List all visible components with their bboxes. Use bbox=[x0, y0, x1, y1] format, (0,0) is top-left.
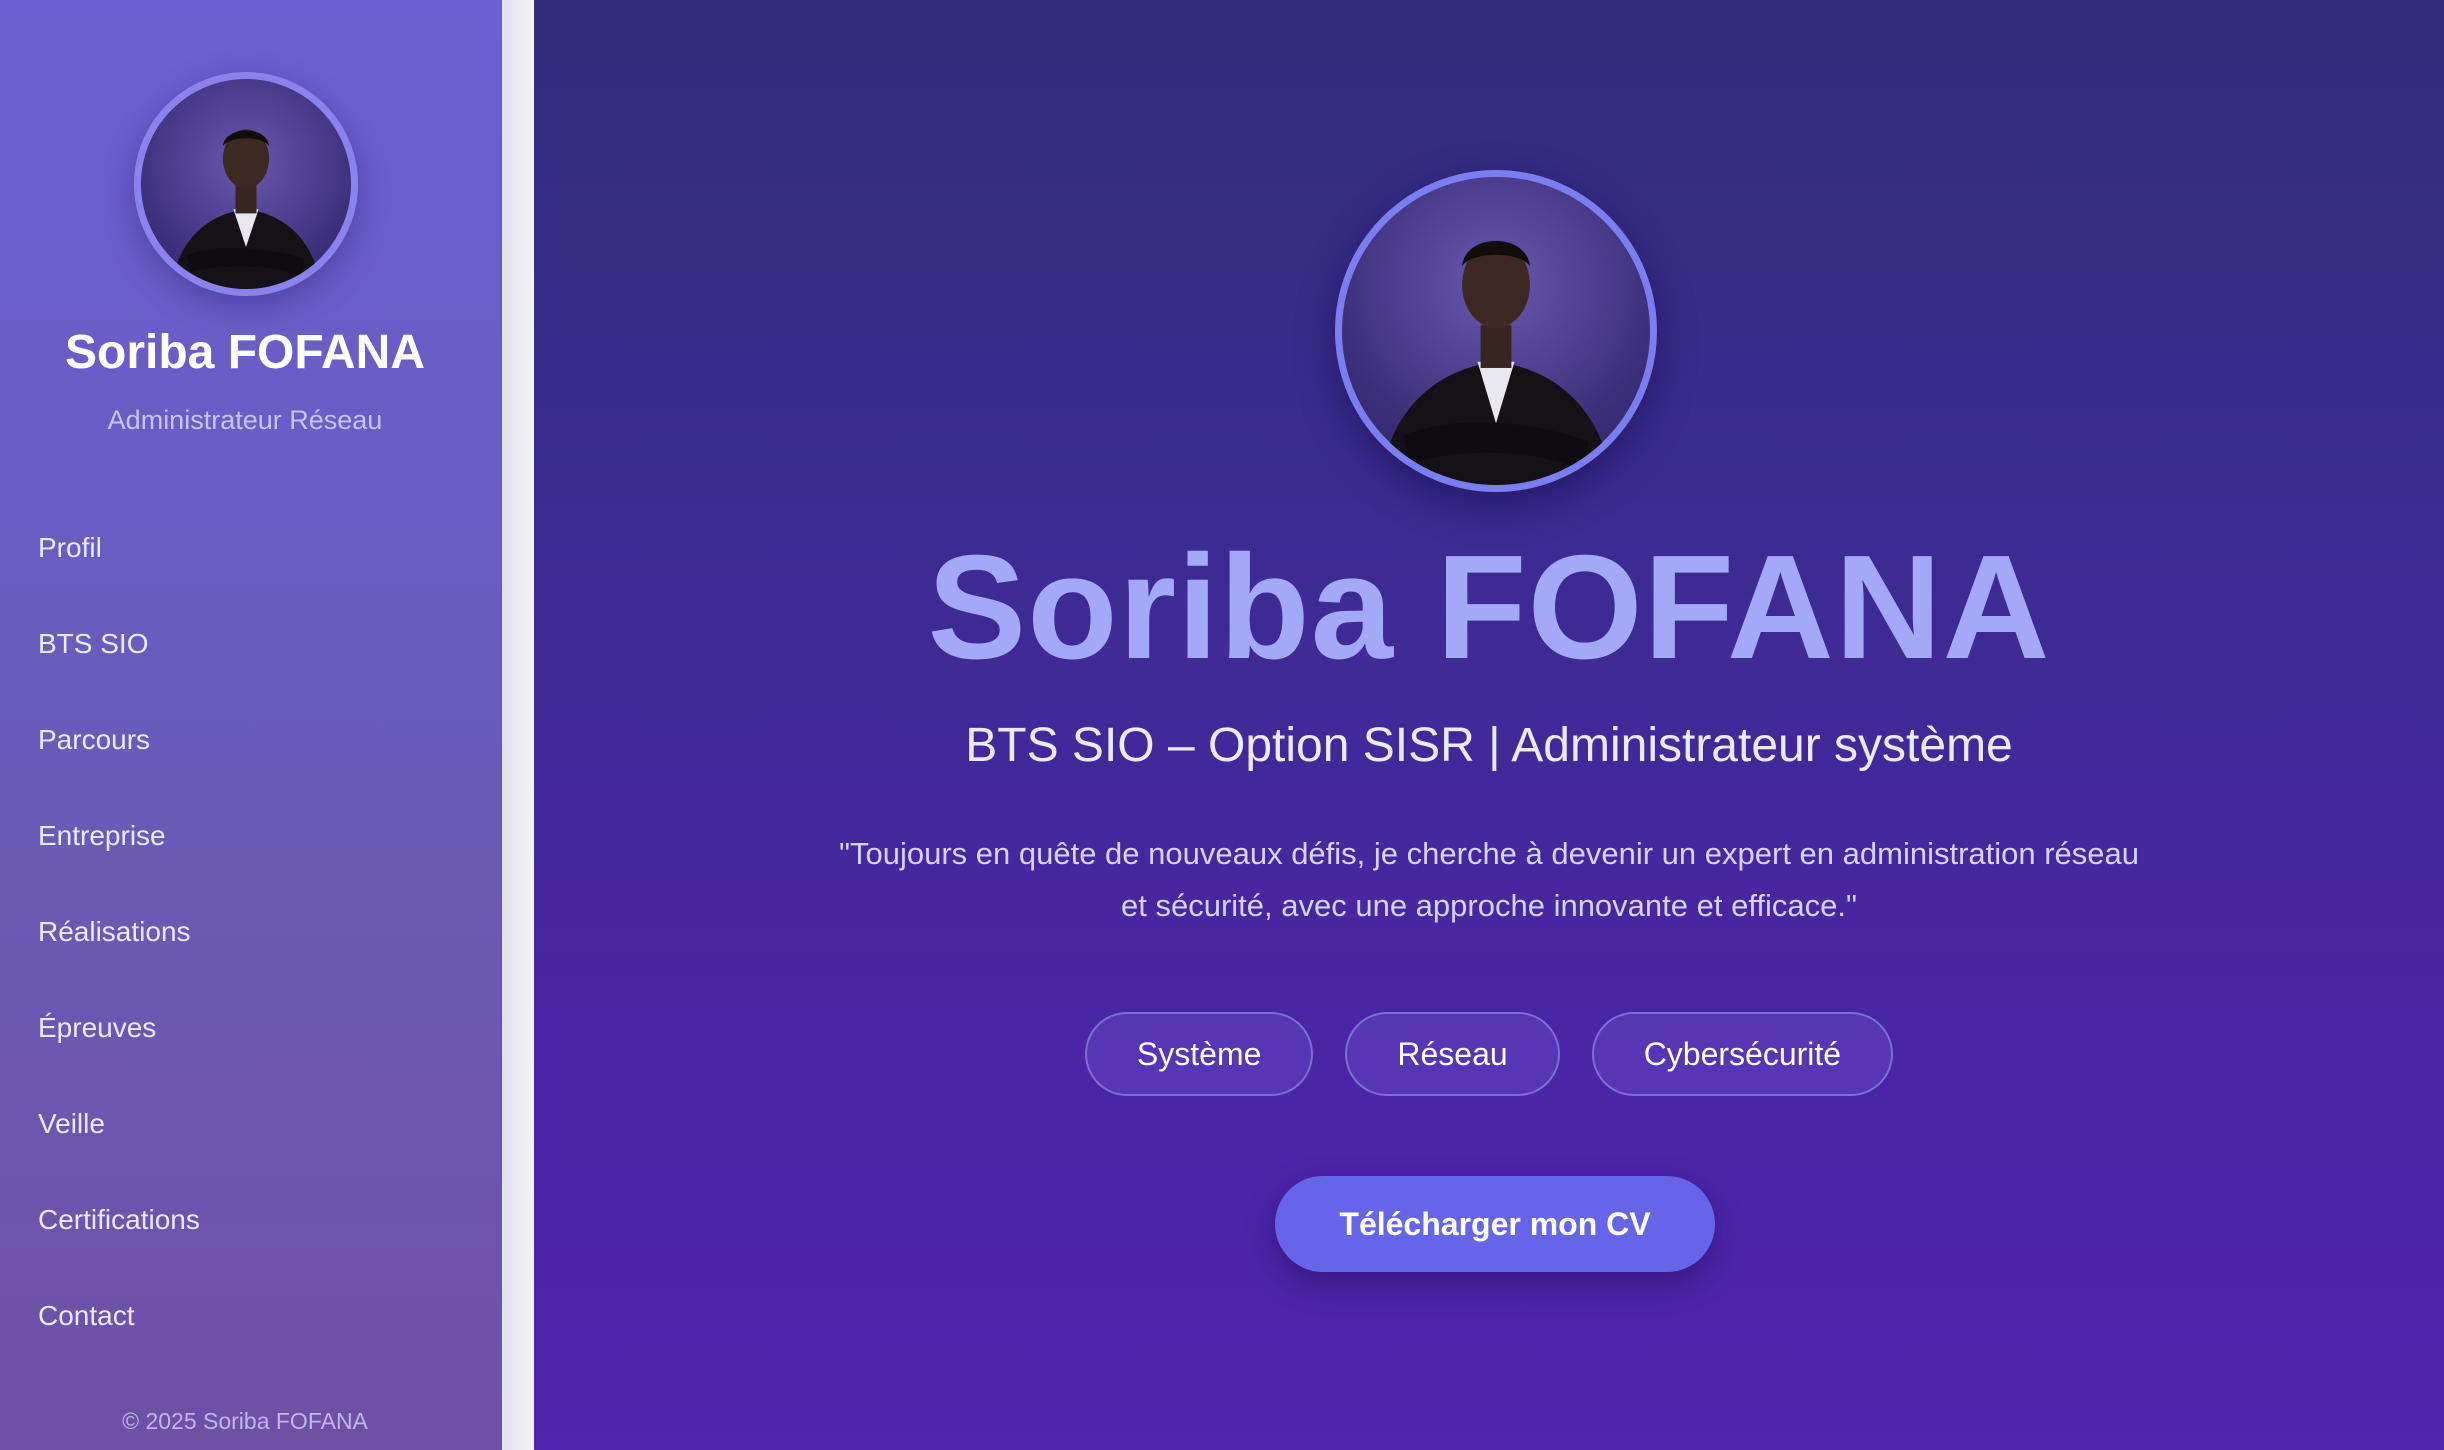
sidebar-item-contact[interactable]: Contact bbox=[38, 1300, 458, 1332]
sidebar-item-veille[interactable]: Veille bbox=[38, 1108, 458, 1140]
sidebar-item-certifications[interactable]: Certifications bbox=[38, 1204, 458, 1236]
sidebar-footer: © 2025 Soriba FOFANA bbox=[122, 1408, 368, 1434]
sidebar-item-epreuves[interactable]: Épreuves bbox=[38, 1012, 458, 1044]
sidebar-item-bts-sio[interactable]: BTS SIO bbox=[38, 628, 458, 660]
sidebar-item-realisations[interactable]: Réalisations bbox=[38, 916, 458, 948]
sidebar: Soriba FOFANA Administrateur Réseau Prof… bbox=[0, 0, 502, 1450]
download-cv-button[interactable]: Télécharger mon CV bbox=[1275, 1176, 1715, 1272]
hero-subtitle: BTS SIO – Option SISR | Administrateur s… bbox=[965, 719, 2013, 772]
hero-section: Soriba FOFANA BTS SIO – Option SISR | Ad… bbox=[534, 0, 2444, 1450]
sidebar-avatar bbox=[134, 72, 358, 296]
sidebar-item-entreprise[interactable]: Entreprise bbox=[38, 820, 458, 852]
hero-title: Soriba FOFANA bbox=[927, 525, 2051, 690]
profile-photo-icon bbox=[1378, 240, 1614, 485]
sidebar-item-profil[interactable]: Profil bbox=[38, 532, 458, 564]
hero-quote: "Toujours en quête de nouveaux défis, je… bbox=[838, 836, 2140, 923]
tag-reseau[interactable]: Réseau bbox=[1345, 1012, 1560, 1096]
tag-systeme[interactable]: Système bbox=[1084, 1012, 1314, 1096]
sidebar-name: Soriba FOFANA bbox=[64, 326, 426, 379]
sidebar-item-parcours[interactable]: Parcours bbox=[38, 724, 458, 756]
tag-cybersecurite[interactable]: Cybersécurité bbox=[1591, 1012, 1894, 1096]
sidebar-role: Administrateur Réseau bbox=[107, 405, 383, 435]
skill-tags: Système Réseau Cybersécurité bbox=[534, 1012, 2444, 1096]
sidebar-gutter bbox=[502, 0, 534, 1450]
profile-photo-icon bbox=[170, 129, 322, 289]
hero-avatar bbox=[1335, 170, 1657, 492]
